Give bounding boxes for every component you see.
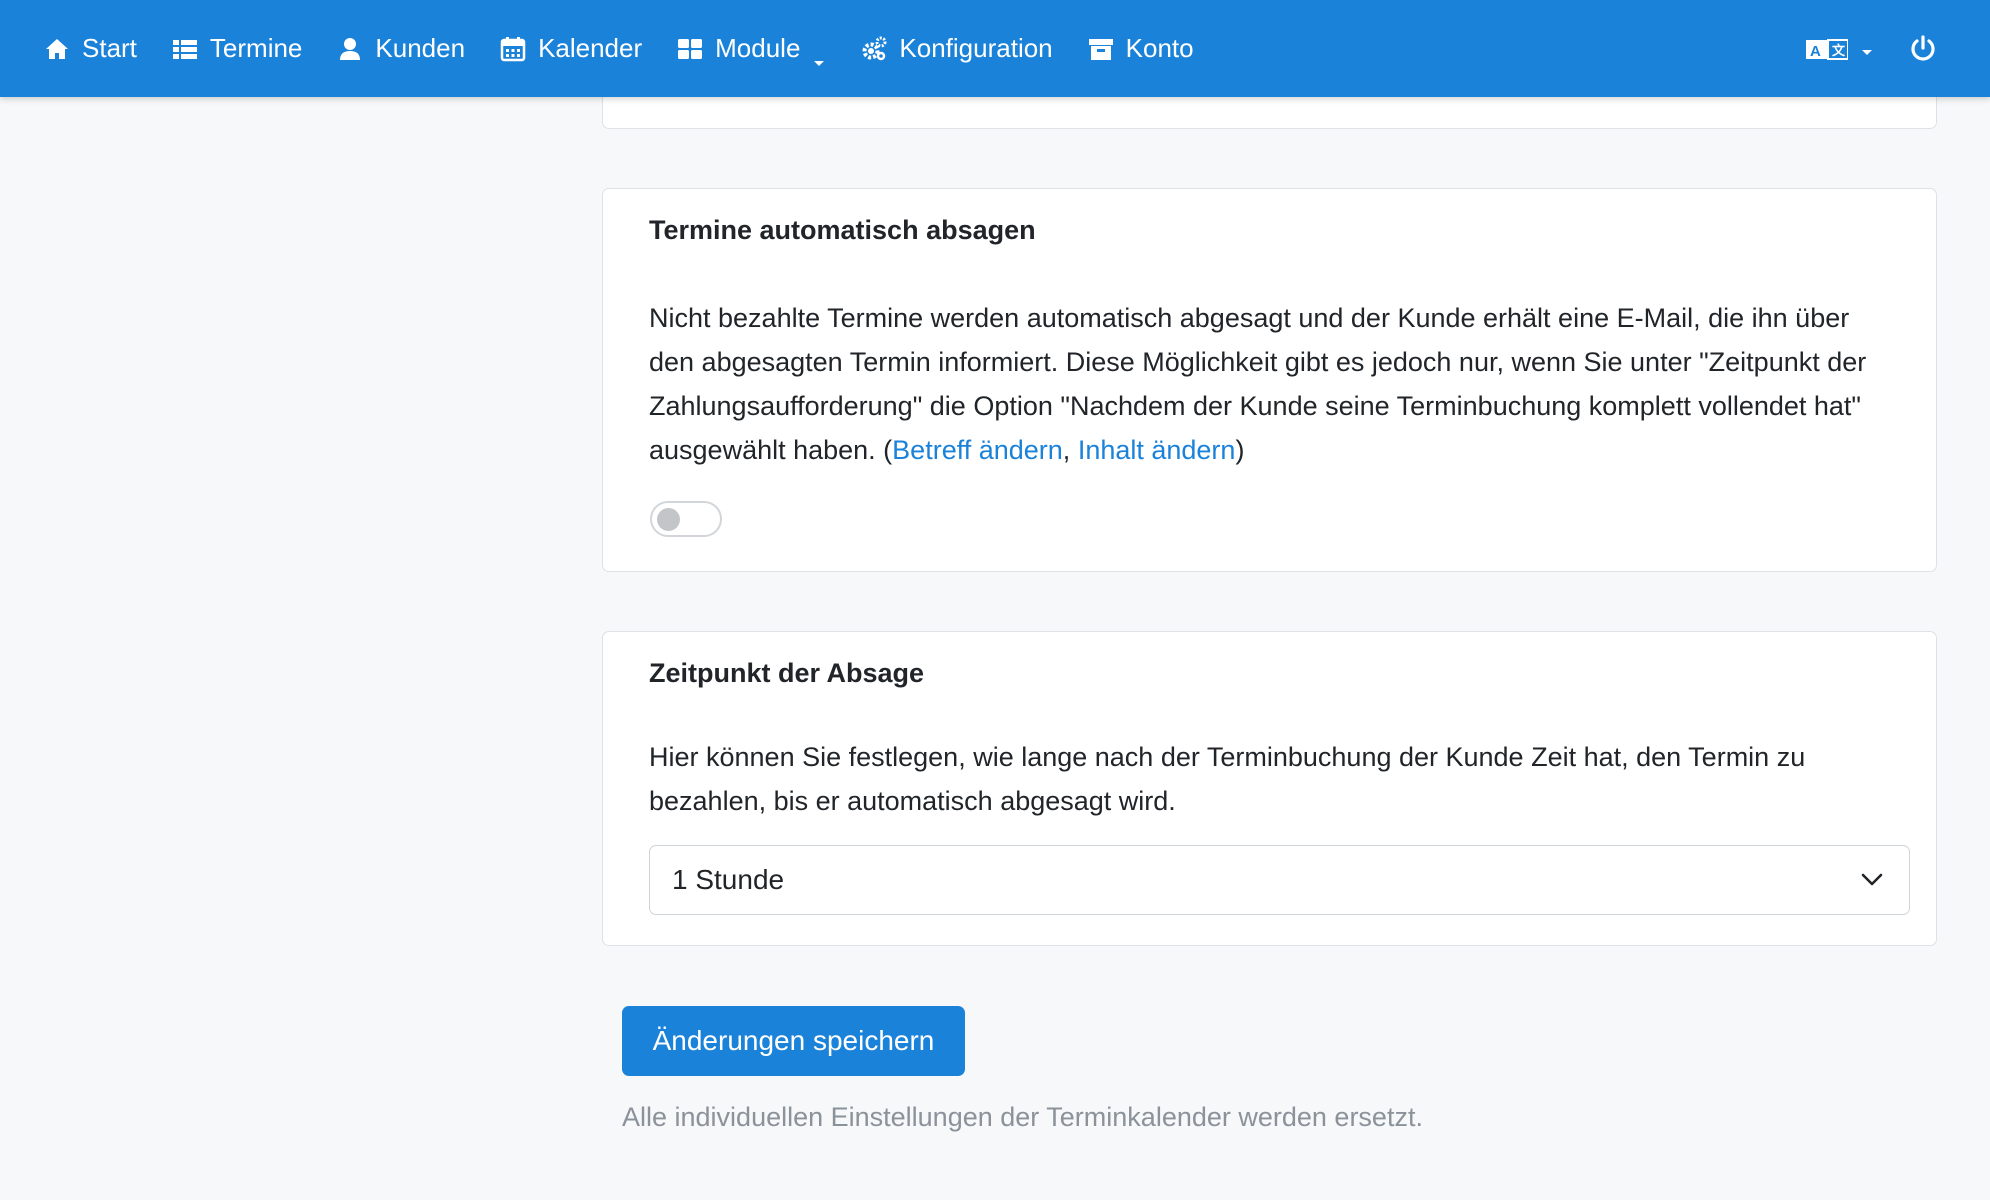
auto-cancel-description: Nicht bezahlte Termine werden automatisc… [649, 296, 1899, 472]
language-switcher[interactable]: A 文 [1806, 37, 1874, 61]
auto-cancel-title: Termine automatisch absagen [649, 215, 1036, 245]
auto-cancel-description-text: Nicht bezahlte Termine werden automatisc… [649, 303, 1867, 465]
gears-icon [861, 36, 887, 62]
save-changes-button[interactable]: Änderungen speichern [622, 1006, 965, 1076]
nav-termine[interactable]: Termine [172, 33, 302, 64]
language-icon: A 文 [1806, 38, 1848, 60]
archive-icon [1088, 36, 1114, 62]
svg-text:文: 文 [1832, 43, 1846, 58]
nav-kalender[interactable]: Kalender [500, 33, 642, 64]
calendar-icon [500, 36, 526, 62]
list-icon [172, 36, 198, 62]
auto-cancel-toggle[interactable] [650, 501, 722, 537]
closing-paren: ) [1235, 435, 1245, 465]
chevron-down-icon [1861, 873, 1883, 886]
overwrite-note: Alle individuellen Einstellungen der Ter… [622, 1102, 1423, 1132]
nav-konto-label: Konto [1125, 33, 1194, 63]
toggle-knob [657, 508, 680, 531]
nav-konfiguration[interactable]: Konfiguration [861, 33, 1053, 64]
chevron-down-icon [812, 44, 826, 66]
user-icon [337, 36, 363, 62]
top-navbar: Start Termine Kunden Kalender Module Kon… [0, 0, 1990, 97]
nav-kunden-label: Kunden [375, 33, 466, 63]
nav-kalender-label: Kalender [538, 33, 643, 63]
auto-cancel-card: Termine automatisch absagen Nicht bezahl… [602, 188, 1937, 572]
change-content-link[interactable]: Inhalt ändern [1078, 435, 1236, 465]
link-separator: , [1062, 435, 1078, 465]
nav-konto[interactable]: Konto [1088, 33, 1194, 64]
logout-button[interactable] [1909, 34, 1937, 63]
nav-right-group: A 文 [1806, 0, 1990, 97]
nav-konfiguration-label: Konfiguration [899, 33, 1053, 63]
power-icon [1911, 34, 1935, 61]
chevron-down-icon [1860, 44, 1874, 55]
change-subject-link[interactable]: Betreff ändern [892, 435, 1063, 465]
cancel-time-title: Zeitpunkt der Absage [649, 658, 925, 688]
nav-module-label: Module [715, 33, 801, 63]
svg-text:A: A [1810, 43, 1821, 60]
cancel-time-select[interactable]: 1 Stunde [649, 845, 1910, 915]
nav-start[interactable]: Start [44, 33, 137, 64]
nav-module-dropdown[interactable]: Module [677, 33, 826, 66]
cancel-time-card: Zeitpunkt der Absage Hier können Sie fes… [602, 631, 1937, 946]
cancel-time-selected-value: 1 Stunde [672, 864, 785, 895]
grid-icon [677, 36, 703, 62]
nav-start-label: Start [82, 33, 137, 63]
nav-kunden[interactable]: Kunden [337, 33, 465, 64]
home-icon [44, 36, 70, 62]
nav-termine-label: Termine [209, 33, 303, 63]
cancel-time-description: Hier können Sie festlegen, wie lange nac… [649, 742, 1806, 816]
